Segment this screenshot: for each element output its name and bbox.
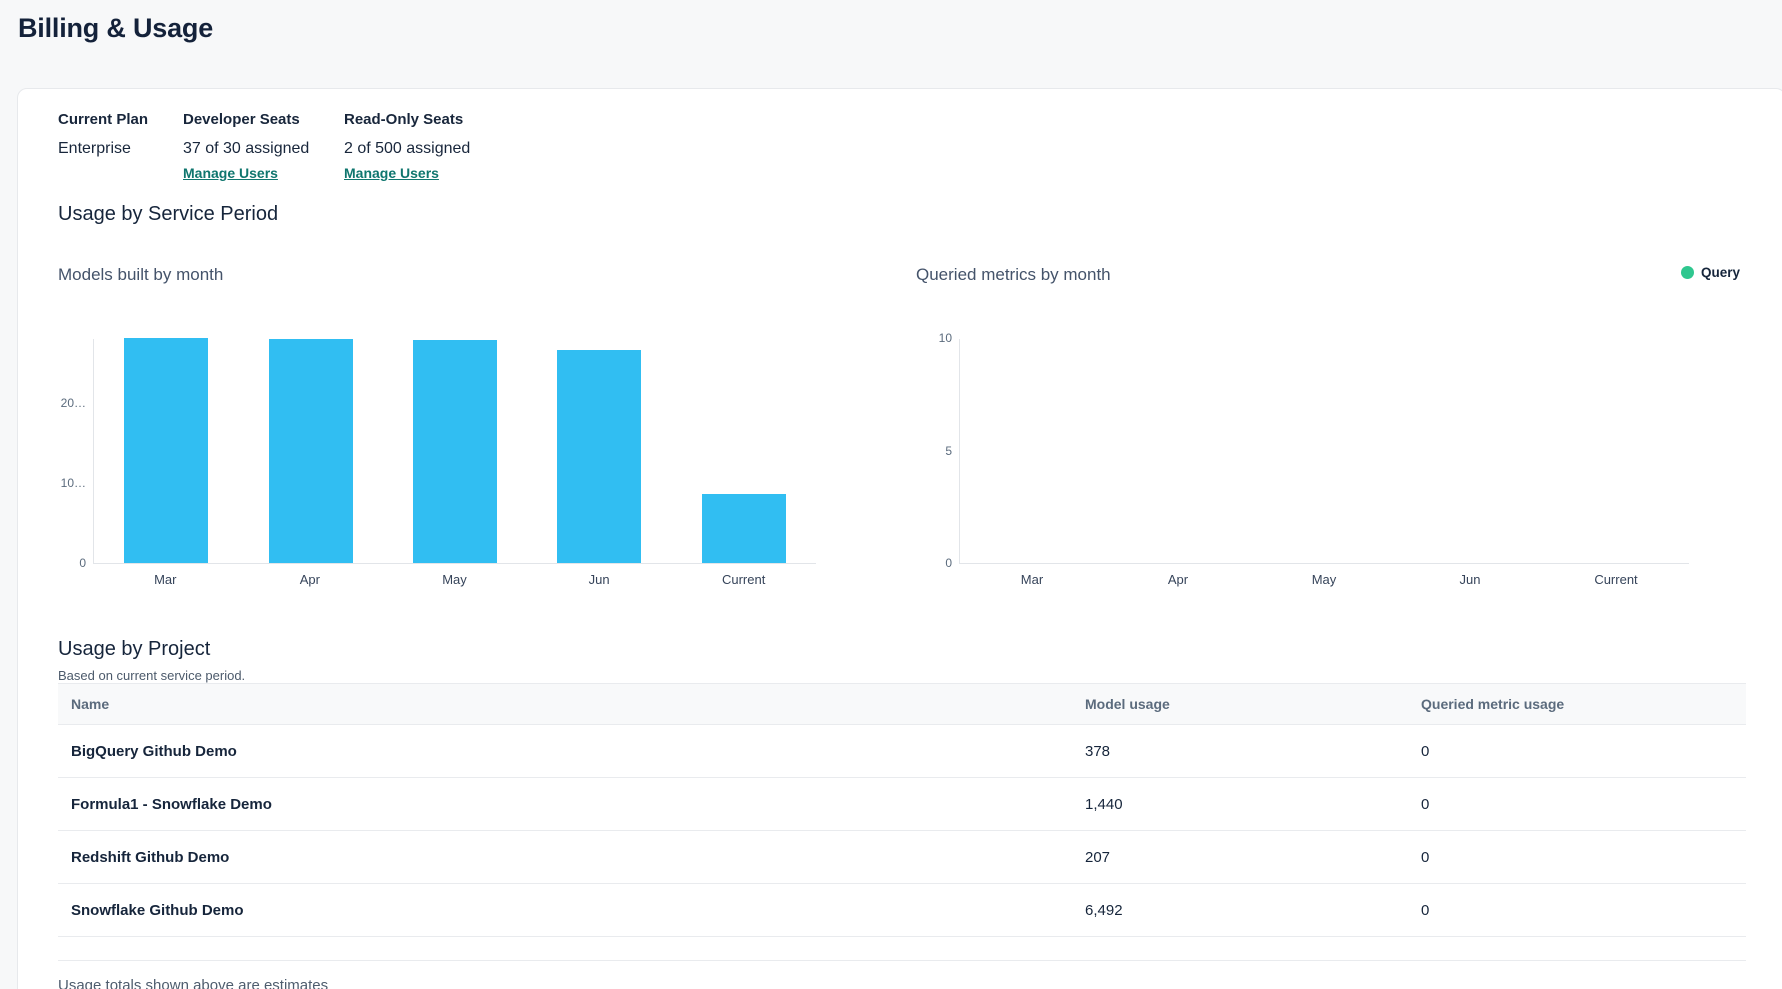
developer-seats-label: Developer Seats [183, 111, 344, 128]
model-usage-value: 207 [1085, 849, 1421, 866]
bar-slot [94, 339, 238, 563]
metrics-chart-x-axis: MarAprMayJunCurrent [959, 572, 1689, 587]
current-plan-column: Current Plan Enterprise [58, 111, 183, 181]
queried-metric-usage-value: 0 [1421, 796, 1746, 813]
bar-slot [383, 339, 527, 563]
readonly-seats-column: Read-Only Seats 2 of 500 assigned Manage… [344, 111, 470, 181]
queried-metrics-chart: 0510 MarAprMayJunCurrent [959, 339, 1689, 587]
bar-slot [1397, 339, 1543, 563]
readonly-seats-label: Read-Only Seats [344, 111, 470, 128]
table-header: Name Model usage Queried metric usage [58, 683, 1746, 725]
readonly-seats-value: 2 of 500 assigned [344, 140, 470, 158]
bar-slot [1543, 339, 1689, 563]
plan-summary: Current Plan Enterprise Developer Seats … [58, 111, 470, 181]
manage-users-link-readonly[interactable]: Manage Users [344, 165, 439, 181]
y-tick-label: 0 [79, 557, 86, 569]
models-built-chart: 010…20… MarAprMayJunCurrent [93, 339, 816, 587]
bar-slot [1106, 339, 1252, 563]
queried-metric-usage-value: 0 [1421, 902, 1746, 919]
table-row: Redshift Github Demo 207 0 [58, 831, 1746, 884]
bar-mar [124, 338, 208, 563]
table-row: BigQuery Github Demo 378 0 [58, 725, 1746, 778]
column-header-name: Name [58, 696, 1085, 712]
bar-current [702, 494, 786, 563]
bar-jun [557, 350, 641, 563]
y-tick-label: 10… [61, 477, 86, 489]
model-usage-value: 6,492 [1085, 902, 1421, 919]
bar-slot [1252, 339, 1398, 563]
models-chart-plot: 010…20… [93, 339, 816, 564]
page-title: Billing & Usage [18, 13, 213, 44]
developer-seats-column: Developer Seats 37 of 30 assigned Manage… [183, 111, 344, 181]
manage-users-link-developer[interactable]: Manage Users [183, 165, 278, 181]
x-tick-label: May [382, 572, 527, 587]
query-legend-item[interactable]: Query [1681, 265, 1740, 280]
table-footer-divider [58, 937, 1746, 961]
bar-slot [527, 339, 671, 563]
x-tick-label: Current [671, 572, 816, 587]
queried-metric-usage-value: 0 [1421, 849, 1746, 866]
metrics-chart-bars [960, 339, 1689, 563]
x-tick-label: Mar [959, 572, 1105, 587]
project-usage-table: Name Model usage Queried metric usage Bi… [58, 683, 1746, 961]
y-tick-label: 20… [61, 397, 86, 409]
table-row: Formula1 - Snowflake Demo 1,440 0 [58, 778, 1746, 831]
query-legend-label: Query [1701, 265, 1740, 280]
billing-card: Current Plan Enterprise Developer Seats … [17, 88, 1782, 989]
bar-apr [269, 339, 353, 563]
usage-estimates-footnote: Usage totals shown above are estimates [58, 977, 328, 989]
metrics-chart-title: Queried metrics by month [916, 265, 1111, 285]
models-chart-x-axis: MarAprMayJunCurrent [93, 572, 816, 587]
usage-by-project-subtitle: Based on current service period. [58, 668, 245, 683]
current-plan-value: Enterprise [58, 140, 183, 158]
metrics-chart-plot: 0510 [959, 339, 1689, 564]
models-chart-bars [94, 339, 816, 563]
current-plan-label: Current Plan [58, 111, 183, 128]
bar-slot [672, 339, 816, 563]
bar-slot [238, 339, 382, 563]
bar-slot [960, 339, 1106, 563]
developer-seats-value: 37 of 30 assigned [183, 140, 344, 158]
column-header-model-usage: Model usage [1085, 696, 1421, 712]
x-tick-label: May [1251, 572, 1397, 587]
x-tick-label: Jun [1397, 572, 1543, 587]
model-usage-value: 378 [1085, 743, 1421, 760]
x-tick-label: Apr [238, 572, 383, 587]
project-name: Snowflake Github Demo [58, 902, 1085, 919]
project-name: Redshift Github Demo [58, 849, 1085, 866]
x-tick-label: Mar [93, 572, 238, 587]
queried-metric-usage-value: 0 [1421, 743, 1746, 760]
x-tick-label: Jun [527, 572, 672, 587]
y-tick-label: 0 [945, 557, 952, 569]
y-tick-label: 5 [945, 445, 952, 457]
x-tick-label: Apr [1105, 572, 1251, 587]
query-legend-dot [1681, 266, 1694, 279]
x-tick-label: Current [1543, 572, 1689, 587]
usage-by-project-title: Usage by Project [58, 638, 210, 661]
column-header-queried-metric-usage: Queried metric usage [1421, 696, 1746, 712]
project-name: Formula1 - Snowflake Demo [58, 796, 1085, 813]
models-chart-title: Models built by month [58, 265, 223, 285]
table-row: Snowflake Github Demo 6,492 0 [58, 884, 1746, 937]
model-usage-value: 1,440 [1085, 796, 1421, 813]
bar-may [413, 340, 497, 563]
project-name: BigQuery Github Demo [58, 743, 1085, 760]
usage-by-service-period-title: Usage by Service Period [58, 203, 278, 226]
y-tick-label: 10 [939, 332, 952, 344]
